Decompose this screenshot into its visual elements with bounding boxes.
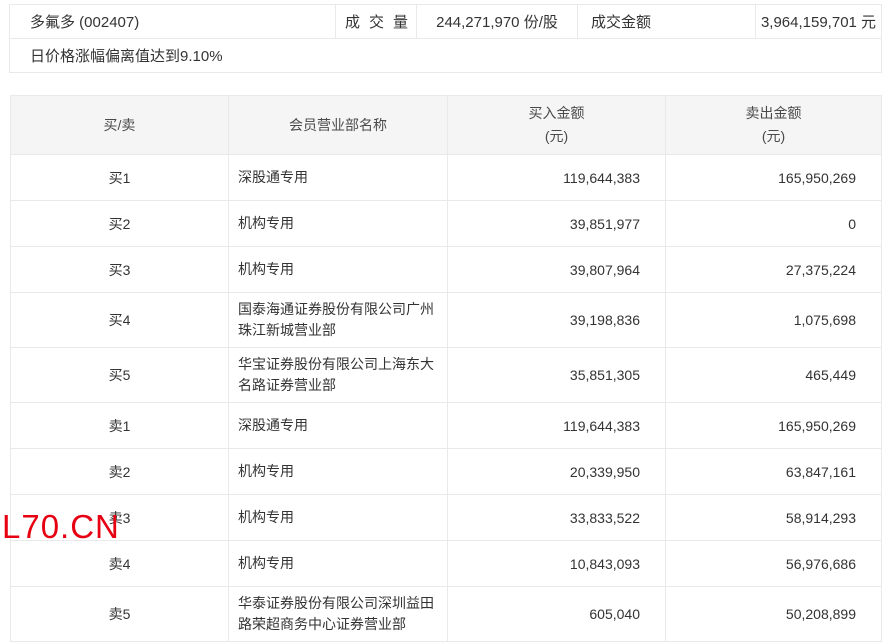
page: 多氟多 (002407) 成交量 244,271,970 份/股 成交金额 3,… [0, 4, 891, 642]
cell-sell-amount: 0 [666, 201, 882, 247]
cell-sell-amount: 50,208,899 [666, 587, 882, 642]
cell-side: 卖5 [11, 587, 229, 642]
table-header-row: 买/卖 会员营业部名称 买入金额 (元) 卖出金额 (元) [11, 96, 882, 155]
cell-broker-name: 深股通专用 [229, 403, 448, 449]
column-header-buy-label: 买入金额 [449, 102, 664, 125]
table-row: 卖3机构专用33,833,52258,914,293 [11, 495, 882, 541]
stock-info-table: 多氟多 (002407) 成交量 244,271,970 份/股 成交金额 3,… [9, 4, 882, 73]
cell-buy-amount: 605,040 [448, 587, 666, 642]
cell-broker-name: 深股通专用 [229, 155, 448, 201]
cell-sell-amount: 27,375,224 [666, 247, 882, 293]
table-row: 卖2机构专用20,339,95063,847,161 [11, 449, 882, 495]
cell-sell-amount: 1,075,698 [666, 293, 882, 348]
column-header-side: 买/卖 [11, 96, 229, 155]
turnover-value: 3,964,159,701 元 [756, 5, 882, 39]
cell-sell-amount: 165,950,269 [666, 155, 882, 201]
cell-side: 卖1 [11, 403, 229, 449]
cell-broker-name: 国泰海通证券股份有限公司广州珠江新城营业部 [229, 293, 448, 348]
cell-side: 买1 [11, 155, 229, 201]
cell-sell-amount: 56,976,686 [666, 541, 882, 587]
table-row: 卖1深股通专用119,644,383165,950,269 [11, 403, 882, 449]
cell-side: 买3 [11, 247, 229, 293]
column-header-sell: 卖出金额 (元) [666, 96, 882, 155]
column-header-sell-unit: (元) [667, 125, 880, 148]
table-row: 买2机构专用39,851,9770 [11, 201, 882, 247]
table-row: 卖4机构专用10,843,09356,976,686 [11, 541, 882, 587]
cell-broker-name: 华宝证券股份有限公司上海东大名路证券营业部 [229, 348, 448, 403]
cell-side: 卖4 [11, 541, 229, 587]
cell-side: 买4 [11, 293, 229, 348]
cell-side: 买2 [11, 201, 229, 247]
cell-sell-amount: 165,950,269 [666, 403, 882, 449]
cell-buy-amount: 33,833,522 [448, 495, 666, 541]
cell-side: 买5 [11, 348, 229, 403]
cell-sell-amount: 465,449 [666, 348, 882, 403]
turnover-label: 成交金额 [578, 5, 756, 39]
cell-buy-amount: 119,644,383 [448, 403, 666, 449]
table-row: 买3机构专用39,807,96427,375,224 [11, 247, 882, 293]
table-row: 买5华宝证券股份有限公司上海东大名路证券营业部35,851,305465,449 [11, 348, 882, 403]
cell-sell-amount: 58,914,293 [666, 495, 882, 541]
cell-buy-amount: 20,339,950 [448, 449, 666, 495]
table-row: 买1深股通专用119,644,383165,950,269 [11, 155, 882, 201]
notice-row: 日价格涨幅偏离值达到9.10% [10, 39, 882, 73]
cell-buy-amount: 35,851,305 [448, 348, 666, 403]
cell-buy-amount: 39,198,836 [448, 293, 666, 348]
column-header-buy-unit: (元) [449, 125, 664, 148]
table-row: 买4国泰海通证券股份有限公司广州珠江新城营业部39,198,8361,075,6… [11, 293, 882, 348]
column-header-broker: 会员营业部名称 [229, 96, 448, 155]
cell-buy-amount: 119,644,383 [448, 155, 666, 201]
cell-broker-name: 机构专用 [229, 449, 448, 495]
cell-broker-name: 机构专用 [229, 541, 448, 587]
cell-side: 卖2 [11, 449, 229, 495]
cell-side: 卖3 [11, 495, 229, 541]
cell-broker-name: 机构专用 [229, 247, 448, 293]
column-header-buy: 买入金额 (元) [448, 96, 666, 155]
cell-buy-amount: 39,851,977 [448, 201, 666, 247]
table-row: 卖5华泰证券股份有限公司深圳益田路荣超商务中心证券营业部605,04050,20… [11, 587, 882, 642]
deviation-notice: 日价格涨幅偏离值达到9.10% [10, 39, 882, 73]
cell-broker-name: 华泰证券股份有限公司深圳益田路荣超商务中心证券营业部 [229, 587, 448, 642]
cell-broker-name: 机构专用 [229, 495, 448, 541]
column-header-sell-label: 卖出金额 [667, 102, 880, 125]
cell-sell-amount: 63,847,161 [666, 449, 882, 495]
cell-buy-amount: 10,843,093 [448, 541, 666, 587]
broker-table: 买/卖 会员营业部名称 买入金额 (元) 卖出金额 (元) 买1深股通专用119… [10, 95, 882, 642]
cell-buy-amount: 39,807,964 [448, 247, 666, 293]
volume-label: 成交量 [336, 5, 417, 39]
spacer [0, 73, 891, 95]
stock-name-code: 多氟多 (002407) [10, 5, 336, 39]
stock-info-row: 多氟多 (002407) 成交量 244,271,970 份/股 成交金额 3,… [10, 5, 882, 39]
cell-broker-name: 机构专用 [229, 201, 448, 247]
volume-value: 244,271,970 份/股 [417, 5, 578, 39]
